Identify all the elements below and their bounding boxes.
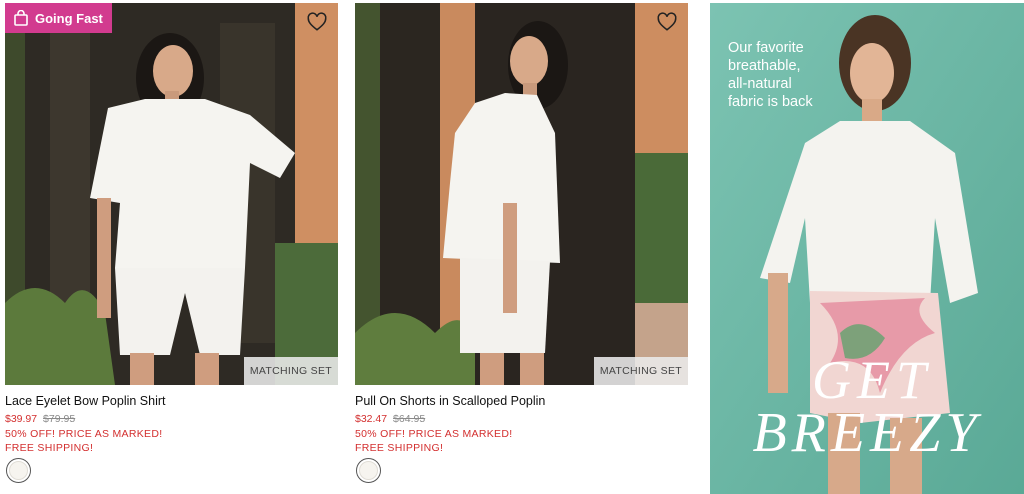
matching-set-tag: MATCHING SET [593, 357, 688, 385]
promo-headline-line: GET [811, 350, 932, 410]
promo-text: 50% OFF! PRICE AS MARKED! [355, 428, 513, 440]
promo-headline: GET BREEZY [710, 353, 1024, 461]
promo-copy-line: fabric is back [728, 94, 813, 110]
product-card[interactable]: MATCHING SET Pull On Shorts in Scalloped… [355, 0, 688, 494]
product-card[interactable]: Going Fast MATCHING SET Lace Eyelet Bow … [5, 0, 338, 494]
promo-headline-line: BREEZY [752, 402, 982, 464]
wishlist-button[interactable] [306, 11, 328, 33]
promo-copy-line: breathable, [728, 58, 801, 74]
original-price: $64.95 [393, 413, 426, 425]
promo-copy-line: all-natural [728, 76, 792, 92]
going-fast-badge: Going Fast [5, 3, 112, 33]
product-image[interactable] [5, 3, 338, 385]
color-swatch[interactable] [6, 458, 31, 483]
promo-copy-line: Our favorite [728, 40, 804, 56]
shipping-text: FREE SHIPPING! [355, 442, 444, 454]
matching-set-tag: MATCHING SET [243, 357, 338, 385]
original-price: $79.95 [43, 413, 76, 425]
sale-price: $39.97 [5, 413, 38, 425]
color-swatch[interactable] [356, 458, 381, 483]
promo-text: 50% OFF! PRICE AS MARKED! [5, 428, 163, 440]
product-image[interactable] [355, 3, 688, 385]
shipping-text: FREE SHIPPING! [5, 442, 94, 454]
sale-price: $32.47 [355, 413, 388, 425]
promo-banner[interactable]: Our favorite breathable, all-natural fab… [710, 3, 1024, 494]
heart-icon [307, 12, 327, 31]
wishlist-button[interactable] [656, 11, 678, 33]
product-name[interactable]: Lace Eyelet Bow Poplin Shirt [5, 394, 166, 408]
shopping-bag-icon [14, 10, 28, 26]
badge-label: Going Fast [35, 10, 103, 26]
heart-icon [657, 12, 677, 31]
promo-copy: Our favorite breathable, all-natural fab… [728, 39, 813, 111]
product-name[interactable]: Pull On Shorts in Scalloped Poplin [355, 394, 545, 408]
price-row: $39.97 $79.95 [5, 413, 75, 425]
price-row: $32.47 $64.95 [355, 413, 425, 425]
